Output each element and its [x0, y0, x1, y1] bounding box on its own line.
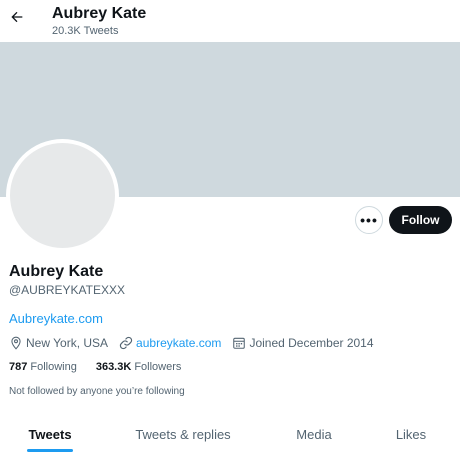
website-item[interactable]: aubreykate.com [119, 336, 221, 350]
following-label: Following [30, 361, 77, 373]
followers-stat[interactable]: 363.3K Followers [96, 361, 182, 373]
followers-count: 363.3K [95, 361, 132, 373]
joined-item: Joined December 2014 [232, 336, 374, 350]
followed-by-note: Not followed by anyone you’re following [9, 386, 185, 397]
profile-tabs: Tweets Tweets & replies Media Likes [0, 412, 460, 456]
profile-handle: @AUBREYKATEXXX [9, 283, 125, 297]
link-icon [119, 336, 133, 350]
tab-tweets-and-replies[interactable]: Tweets & replies [100, 412, 266, 456]
tab-label: Tweets & replies [135, 426, 231, 442]
location-pin-icon [11, 336, 21, 350]
tab-tweets[interactable]: Tweets [0, 412, 100, 456]
calendar-icon [233, 337, 246, 349]
top-bar: Aubrey Kate 20.3K Tweets [0, 0, 460, 42]
header-name: Aubrey Kate [52, 5, 147, 22]
tab-label: Likes [395, 426, 427, 442]
back-button[interactable] [6, 6, 28, 28]
tab-likes[interactable]: Likes [362, 412, 460, 456]
tab-label: Tweets [28, 426, 72, 442]
following-count: 787 [9, 361, 28, 373]
profile-display-name: Aubrey Kate [9, 263, 104, 280]
arrow-left-icon [11, 11, 23, 23]
tab-media[interactable]: Media [266, 412, 362, 456]
profile-meta: New York, USA aubreykate.com Joined Dece… [9, 335, 385, 351]
more-options-button[interactable]: ••• [355, 206, 383, 234]
joined-text: Joined December 2014 [249, 336, 374, 350]
followers-label: Followers [134, 361, 182, 373]
following-stat[interactable]: 787 Following [9, 361, 77, 373]
avatar[interactable] [10, 143, 115, 248]
follow-button[interactable]: Follow [389, 206, 452, 234]
header-tweet-count: 20.3K Tweets [52, 25, 119, 37]
bio-link[interactable]: Aubreykate.com [9, 311, 103, 326]
location-text: New York, USA [26, 336, 109, 350]
active-tab-indicator [27, 449, 73, 452]
website-link[interactable]: aubreykate.com [136, 336, 221, 350]
avatar-frame [6, 139, 119, 252]
tab-label: Media [296, 426, 332, 442]
follow-stats: 787 Following 363.3K Followers [9, 361, 200, 373]
location-item: New York, USA [9, 336, 108, 350]
